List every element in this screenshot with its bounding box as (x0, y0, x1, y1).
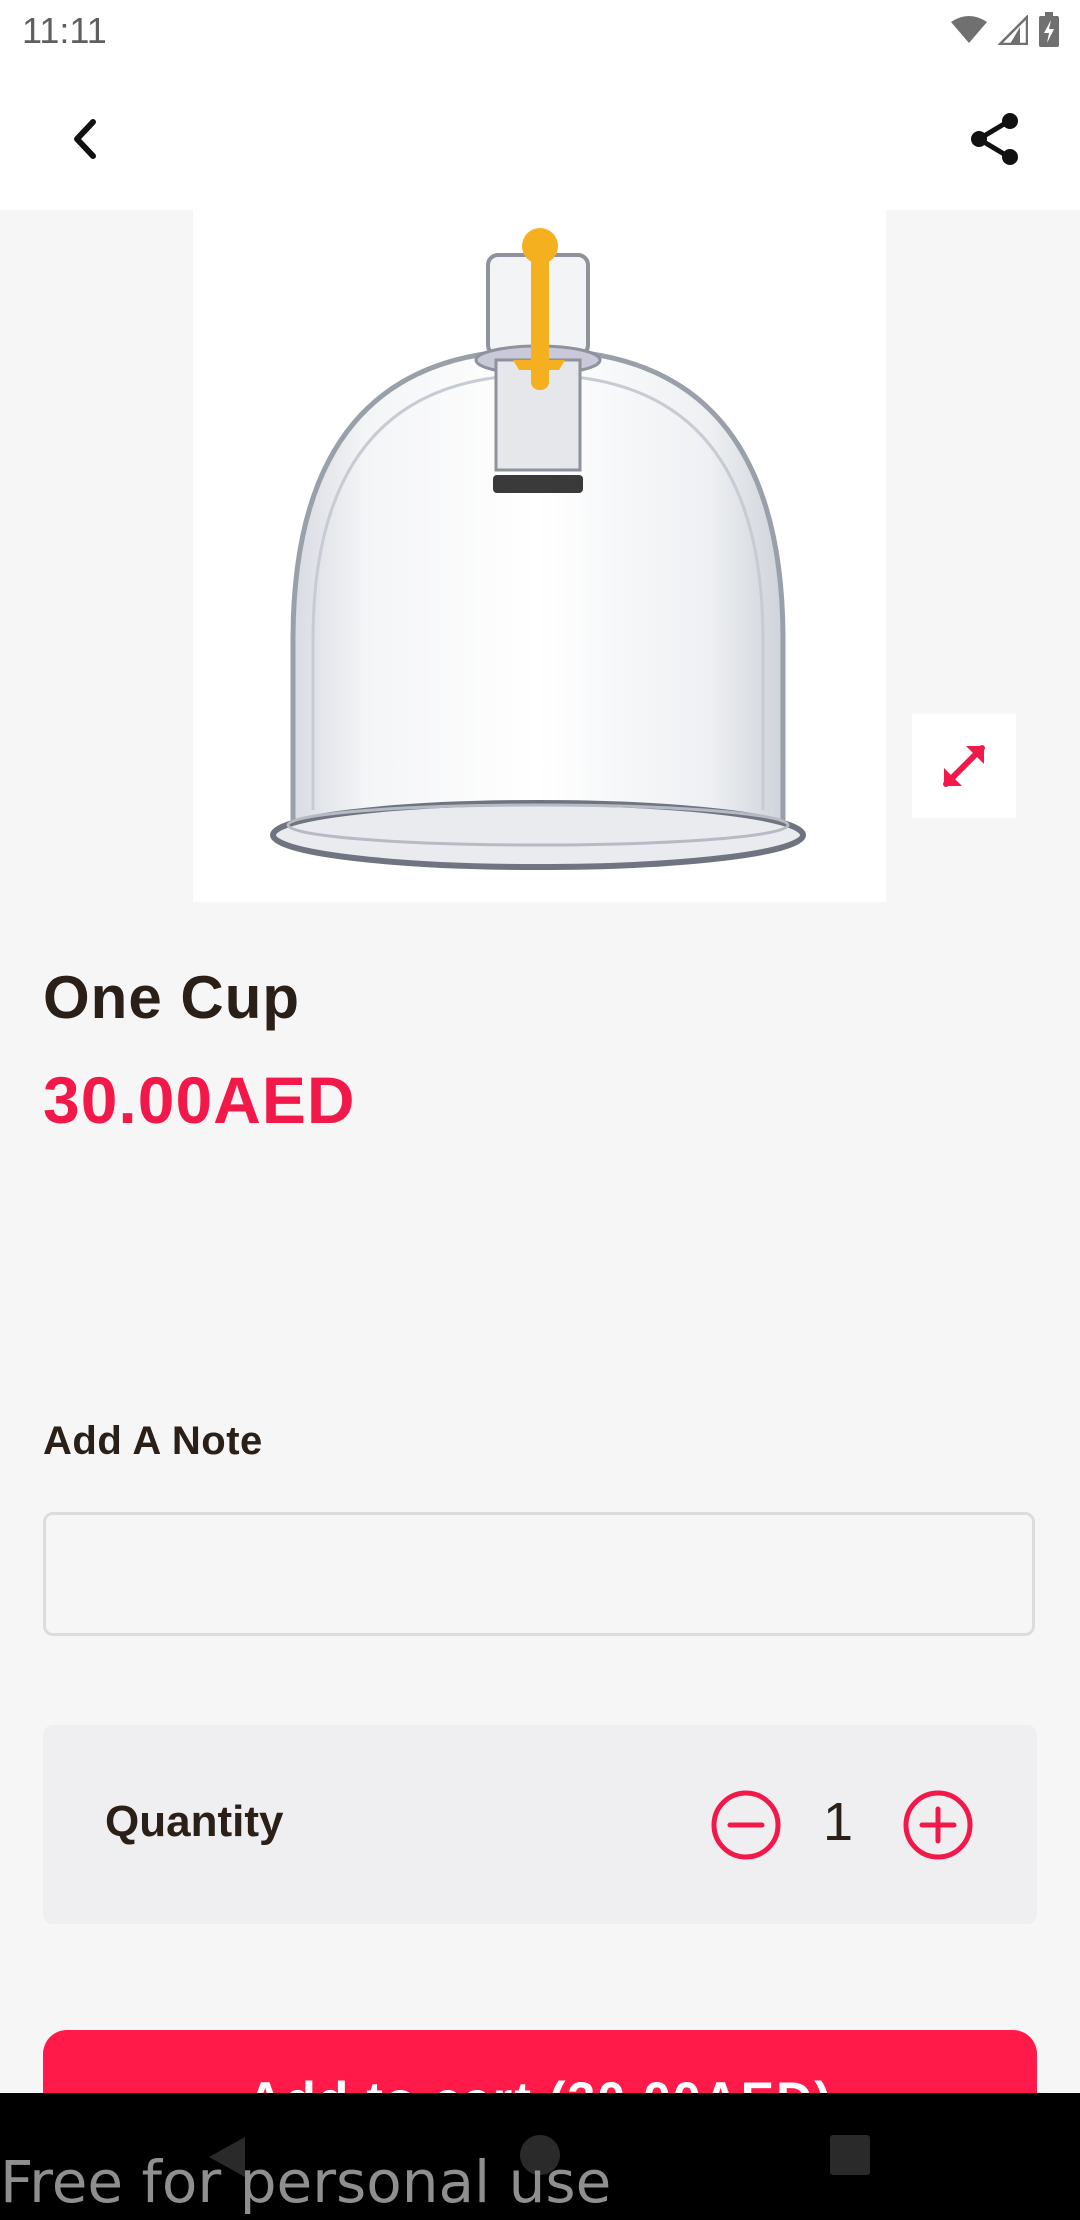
product-image[interactable] (193, 210, 886, 902)
expand-image-button[interactable] (912, 714, 1016, 818)
quantity-increase-button[interactable] (901, 1788, 975, 1862)
nav-recents-icon[interactable] (830, 2135, 870, 2180)
watermark-text: Free for personal use (0, 2148, 612, 2216)
expand-arrows-icon (943, 745, 985, 787)
hijama-cupping-cup-image (270, 228, 806, 870)
plus-circle-icon (903, 1790, 973, 1860)
quantity-decrease-button[interactable] (709, 1788, 783, 1862)
note-input[interactable] (43, 1512, 1035, 1636)
minus-circle-icon (711, 1790, 781, 1860)
product-name: One Cup (43, 964, 300, 1031)
product-image-area (0, 210, 1080, 902)
quantity-card: Quantity 1 (43, 1725, 1037, 1924)
status-time: 11:11 (22, 10, 107, 51)
share-button[interactable] (960, 104, 1030, 174)
note-label: Add A Note (43, 1419, 263, 1463)
top-app-bar (0, 64, 1080, 210)
cellular-signal-icon (996, 13, 1029, 50)
back-button[interactable] (50, 104, 120, 174)
quantity-value: 1 (822, 1792, 854, 1852)
product-price: 30.00AED (43, 1063, 356, 1137)
status-icons (950, 12, 1060, 53)
share-icon (971, 113, 1018, 165)
battery-charging-icon (1038, 12, 1060, 53)
chevron-left-icon (74, 119, 96, 159)
status-bar: 11:11 (0, 0, 1080, 64)
quantity-label: Quantity (105, 1797, 284, 1846)
wifi-icon (950, 15, 988, 50)
